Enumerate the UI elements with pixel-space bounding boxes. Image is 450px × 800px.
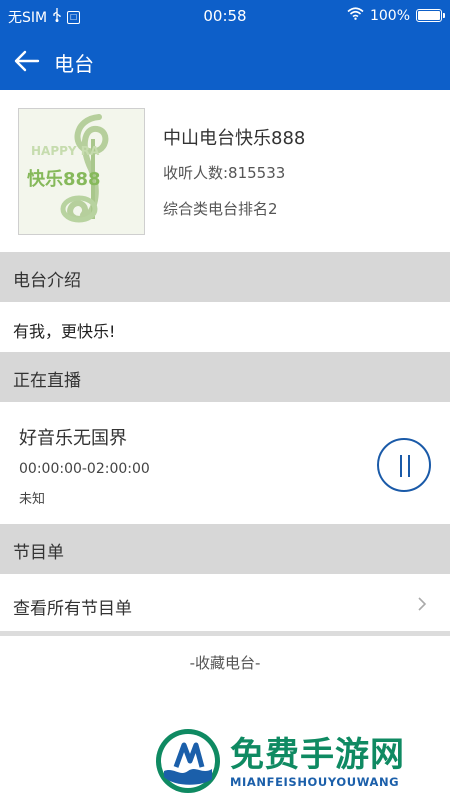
station-intro-text: 有我，更快乐! xyxy=(13,322,116,341)
chevron-right-icon xyxy=(418,597,427,611)
view-all-schedule-label: 查看所有节目单 xyxy=(13,599,132,619)
section-intro-title: 电台介绍 xyxy=(13,271,81,291)
station-listeners: 收听人数:815533 xyxy=(163,164,286,182)
station-cover-image: HAPPY RA 快乐888 xyxy=(18,108,145,235)
station-card: HAPPY RA 快乐888 中山电台快乐888 收听人数:815533 综合类… xyxy=(0,90,450,252)
status-right: 100% xyxy=(347,7,445,24)
divider xyxy=(0,631,450,636)
pause-button[interactable] xyxy=(377,438,431,492)
page-title: 电台 xyxy=(54,52,94,76)
section-live-title: 正在直播 xyxy=(13,371,81,391)
view-all-schedule-row[interactable]: 查看所有节目单 xyxy=(0,576,450,632)
watermark-text-cn: 免费手游网 xyxy=(230,735,405,775)
live-program-card: 好音乐无国界 00:00:00-02:00:00 未知 xyxy=(0,402,450,524)
watermark-logo-icon xyxy=(156,729,220,793)
watermark: 免费手游网 MIANFEISHOUYOUWANG xyxy=(154,727,444,797)
section-schedule-header: 节目单 xyxy=(0,524,450,574)
wifi-icon xyxy=(347,7,364,24)
live-program-time: 00:00:00-02:00:00 xyxy=(19,461,150,477)
back-arrow-icon xyxy=(14,50,40,72)
section-intro-header: 电台介绍 xyxy=(0,252,450,302)
section-live-header: 正在直播 xyxy=(0,352,450,402)
section-schedule-title: 节目单 xyxy=(13,543,64,563)
cover-text-en: HAPPY RA xyxy=(31,144,100,158)
live-program-host: 未知 xyxy=(19,492,46,507)
watermark-text-en: MIANFEISHOUYOUWANG xyxy=(230,775,400,789)
station-name: 中山电台快乐888 xyxy=(163,128,306,149)
live-program-title: 好音乐无国界 xyxy=(19,428,127,449)
status-bar: 无SIM ☐ 00:58 100% xyxy=(0,0,450,32)
battery-icon xyxy=(416,9,445,22)
station-rank: 综合类电台排名2 xyxy=(163,200,278,218)
back-button[interactable] xyxy=(10,44,44,78)
favorite-station-button[interactable]: -收藏电台- xyxy=(0,652,450,673)
app-header: 电台 xyxy=(0,32,450,90)
battery-percent: 100% xyxy=(369,7,410,24)
cover-text-cn: 快乐888 xyxy=(27,168,101,190)
